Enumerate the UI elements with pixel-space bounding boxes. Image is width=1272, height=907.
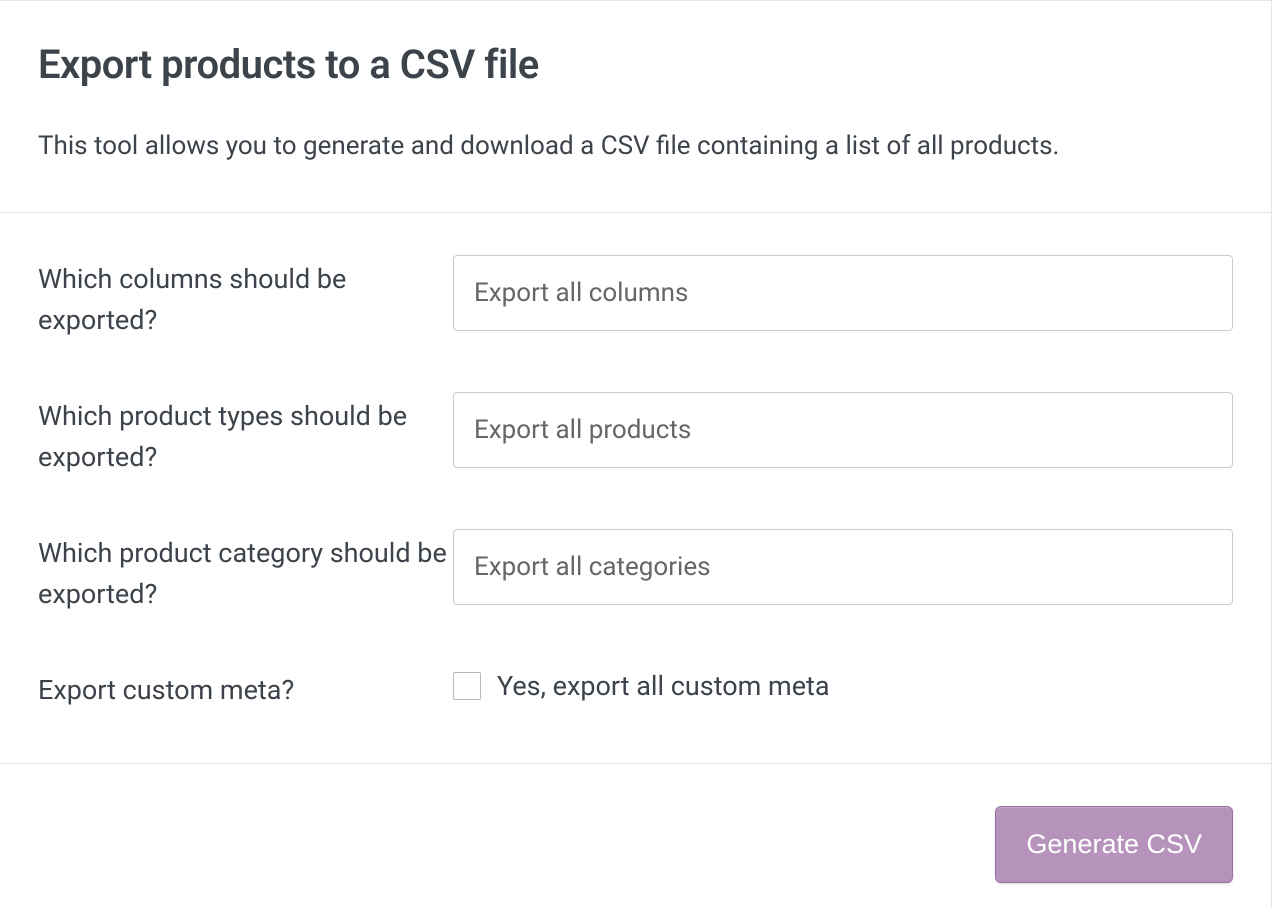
- panel-header: Export products to a CSV file This tool …: [0, 1, 1271, 213]
- product-types-row: Which product types should be exported? …: [38, 392, 1233, 477]
- custom-meta-control: Yes, export all custom meta: [453, 666, 1233, 702]
- custom-meta-row: Export custom meta? Yes, export all cust…: [38, 666, 1233, 711]
- product-types-select-value: Export all products: [474, 415, 691, 445]
- custom-meta-checkbox-row: Yes, export all custom meta: [453, 666, 1233, 702]
- columns-row: Which columns should be exported? Export…: [38, 255, 1233, 340]
- page-title: Export products to a CSV file: [38, 41, 1233, 88]
- page-description: This tool allows you to generate and dow…: [38, 128, 1233, 164]
- generate-csv-button[interactable]: Generate CSV: [995, 806, 1233, 883]
- columns-select-value: Export all columns: [474, 278, 688, 308]
- export-form: Which columns should be exported? Export…: [0, 213, 1271, 764]
- product-types-label: Which product types should be exported?: [38, 392, 453, 477]
- columns-select[interactable]: Export all columns: [453, 255, 1233, 331]
- custom-meta-label: Export custom meta?: [38, 666, 453, 711]
- panel-footer: Generate CSV: [0, 764, 1271, 907]
- columns-label: Which columns should be exported?: [38, 255, 453, 340]
- columns-control: Export all columns: [453, 255, 1233, 331]
- product-types-control: Export all products: [453, 392, 1233, 468]
- custom-meta-checkbox[interactable]: [453, 672, 481, 700]
- category-control: Export all categories: [453, 529, 1233, 605]
- category-row: Which product category should be exporte…: [38, 529, 1233, 614]
- category-label: Which product category should be exporte…: [38, 529, 453, 614]
- export-products-panel: Export products to a CSV file This tool …: [0, 0, 1272, 907]
- product-types-select[interactable]: Export all products: [453, 392, 1233, 468]
- category-select-value: Export all categories: [474, 552, 711, 582]
- custom-meta-checkbox-label: Yes, export all custom meta: [497, 670, 830, 702]
- category-select[interactable]: Export all categories: [453, 529, 1233, 605]
